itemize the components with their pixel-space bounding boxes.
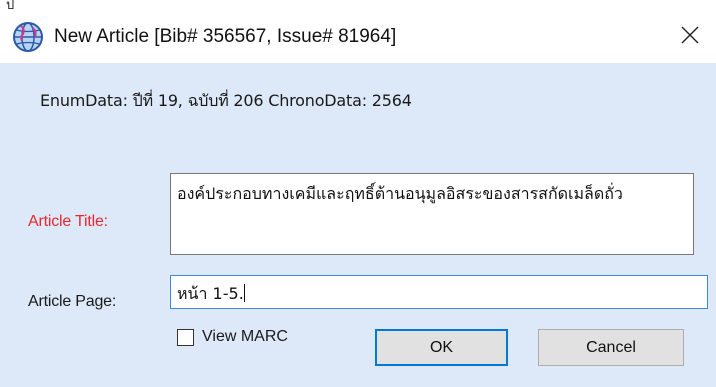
enum-chrono-info: EnumData: ปีที่ 19, ฉบับที่ 206 ChronoDa…	[40, 91, 412, 110]
globe-icon	[11, 20, 45, 54]
text-caret	[243, 284, 245, 302]
ok-button[interactable]: OK	[375, 329, 508, 366]
close-button[interactable]	[664, 11, 716, 63]
article-title-field[interactable]: องค์ประกอบทางเคมีและฤทธิ์ต้านอนุมูลอิสระ…	[170, 173, 694, 255]
dialog-body: EnumData: ปีที่ 19, ฉบับที่ 206 ChronoDa…	[0, 63, 716, 387]
article-page-value: หน้า 1-5.	[177, 284, 244, 303]
view-marc-checkbox[interactable]	[177, 328, 194, 346]
article-page-field[interactable]: หน้า 1-5.	[170, 275, 708, 309]
cancel-button[interactable]: Cancel	[538, 329, 684, 366]
window-title: New Article [Bib# 356567, Issue# 81964]	[54, 26, 397, 47]
view-marc-option[interactable]: View MARC	[177, 328, 288, 346]
view-marc-label: View MARC	[202, 328, 288, 345]
close-icon	[680, 25, 700, 50]
article-title-label: Article Title:	[28, 213, 108, 230]
article-page-label: Article Page:	[28, 293, 117, 310]
title-bar: New Article [Bib# 356567, Issue# 81964]	[0, 11, 716, 63]
